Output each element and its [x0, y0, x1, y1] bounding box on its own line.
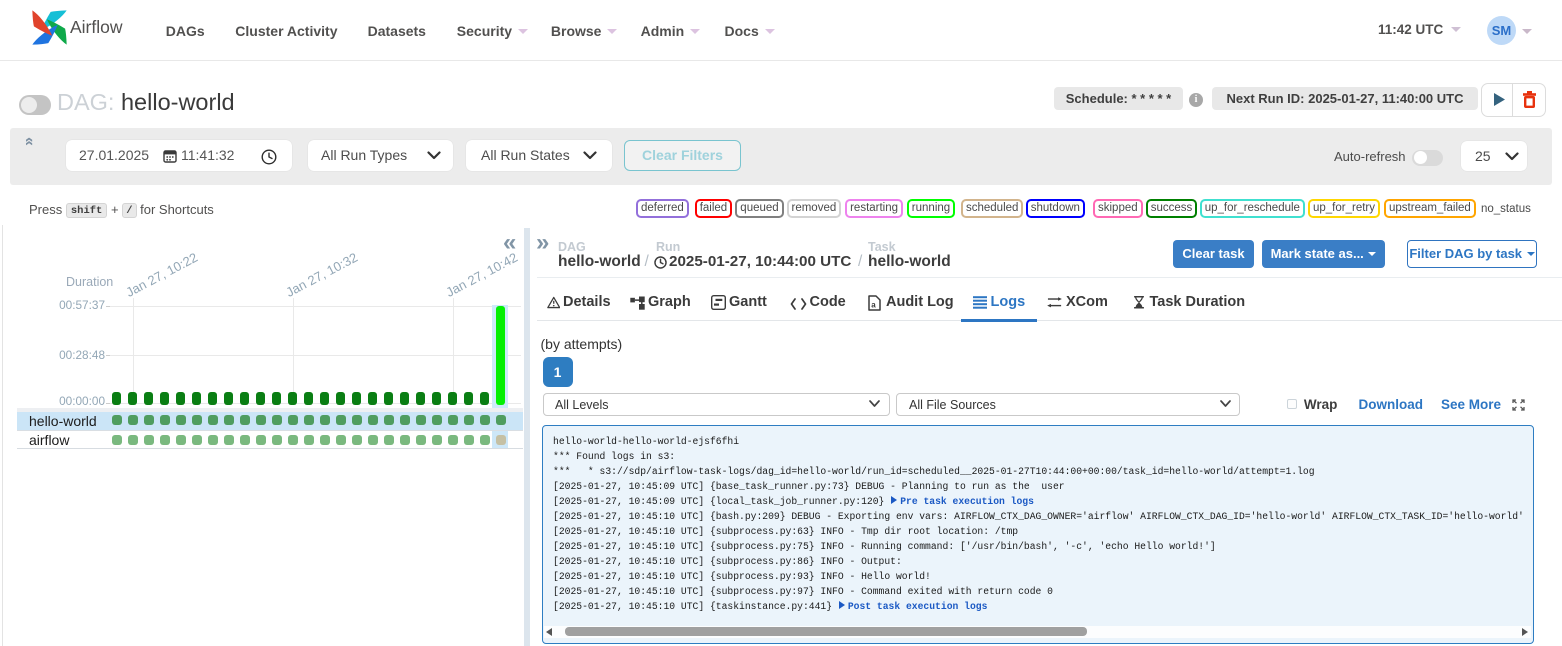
svg-text:a: a — [871, 300, 876, 309]
